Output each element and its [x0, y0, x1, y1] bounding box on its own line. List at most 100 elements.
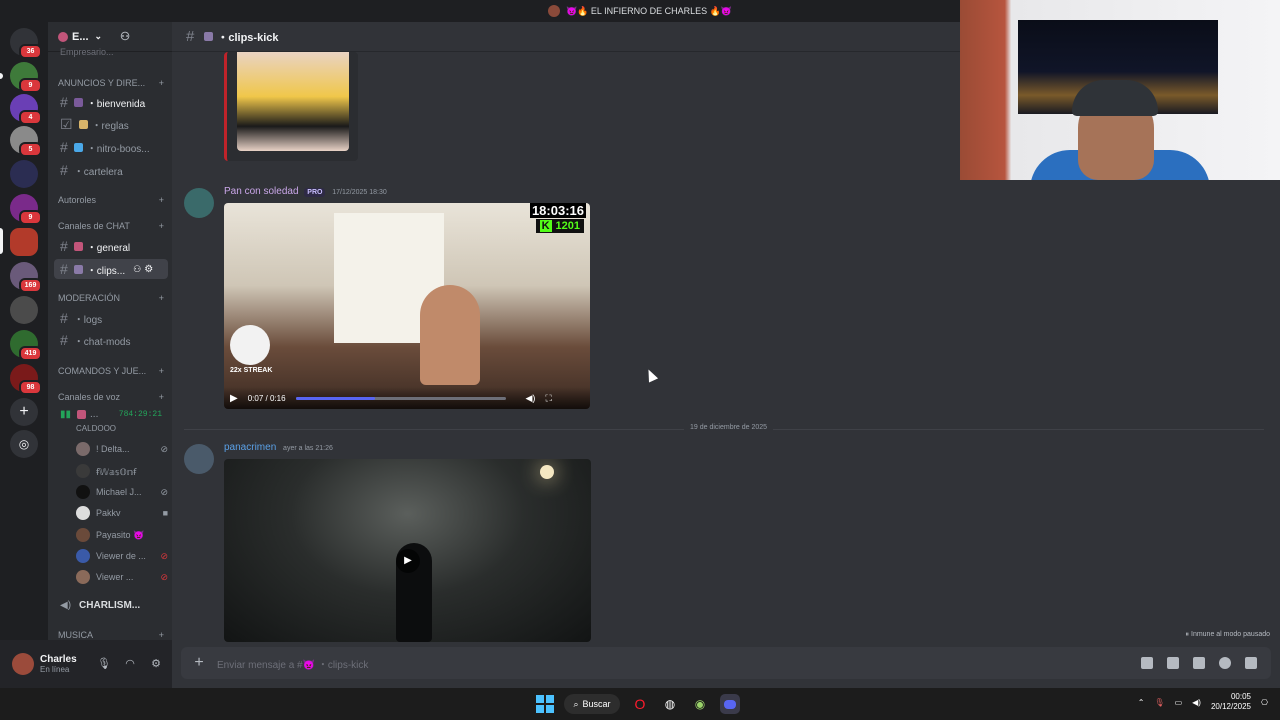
camera-icon: ■: [162, 508, 168, 518]
server-icon[interactable]: 9: [10, 62, 42, 93]
notification-icon[interactable]: ⎔: [1261, 698, 1268, 707]
discover-icon[interactable]: ◎: [10, 430, 38, 458]
headphones-icon[interactable]: ◠: [122, 656, 138, 672]
avatar: [76, 506, 90, 520]
voice-sub-label: CALDOOO: [76, 423, 117, 433]
discord-app: 👿🔥 EL INFIERNO DE CHARLES 🔥👿 36 9 4 5 9 …: [0, 0, 1280, 688]
steam-icon[interactable]: ◍: [660, 694, 680, 714]
invite-people-icon[interactable]: ⚇: [120, 30, 130, 43]
gif-icon[interactable]: [1167, 657, 1179, 669]
unread-badge: 9: [19, 210, 42, 225]
image-attachment[interactable]: [224, 52, 358, 161]
voice-user[interactable]: Payasito 👿: [76, 526, 168, 544]
unread-badge: 36: [19, 44, 42, 59]
server-icon[interactable]: 5: [10, 126, 42, 157]
channel-partial[interactable]: Empresario...: [54, 46, 168, 58]
server-icon[interactable]: 169: [10, 262, 42, 293]
windows-taskbar: ⌕ Buscar O ◍ ◉ ⌃ 🎙 ▭ ◀) 00:05 20/12/2025 …: [0, 688, 1280, 720]
add-server-icon[interactable]: +: [10, 398, 38, 426]
add-channel-icon[interactable]: +: [159, 293, 164, 303]
server-icon[interactable]: 98: [10, 364, 42, 395]
server-icon[interactable]: 419: [10, 330, 42, 361]
video-controls: ▶ 0:07 / 0:16 ◀) ⛶: [224, 387, 590, 409]
server-icon-selected[interactable]: [10, 228, 38, 256]
hash-icon: #: [60, 332, 68, 348]
channel-chat-mods[interactable]: # ・chat-mods: [54, 330, 168, 350]
discord-home-icon[interactable]: 36: [10, 28, 42, 59]
add-channel-icon[interactable]: +: [159, 195, 164, 205]
voice-user[interactable]: Pakkv ■: [76, 504, 168, 522]
windows-start-icon[interactable]: [536, 695, 554, 713]
category-music[interactable]: MUSICA +: [58, 630, 164, 640]
user-status: En línea: [40, 665, 70, 674]
add-channel-icon[interactable]: +: [159, 630, 164, 640]
add-channel-icon[interactable]: +: [159, 366, 164, 376]
add-channel-icon[interactable]: +: [159, 392, 164, 402]
fullscreen-icon[interactable]: ⛶: [545, 393, 551, 404]
server-icon[interactable]: 9: [10, 194, 42, 225]
invite-icon[interactable]: ⚇: [133, 264, 141, 275]
apps-icon[interactable]: [1245, 657, 1257, 669]
server-icon[interactable]: [10, 296, 38, 324]
avatar[interactable]: [184, 188, 214, 218]
network-icon[interactable]: ▭: [1175, 698, 1183, 707]
sticker-icon[interactable]: [1193, 657, 1205, 669]
channel-clips-kick[interactable]: # ・clips... ⚇ ⚙: [54, 259, 168, 279]
hash-icon: #: [60, 162, 68, 178]
author-name[interactable]: Pan con soledad: [224, 186, 299, 197]
add-channel-icon[interactable]: +: [159, 221, 164, 231]
avatar: [76, 570, 90, 584]
category-announcements[interactable]: ANUNCIOS Y DIRE... +: [58, 78, 164, 88]
author-name[interactable]: panacrimen: [224, 442, 276, 453]
channel-bienvenida[interactable]: # ・bienvenida: [54, 92, 168, 112]
unread-badge: 5: [19, 142, 42, 157]
server-icon[interactable]: 4: [10, 94, 42, 125]
microphone-icon[interactable]: 🎙: [96, 656, 112, 672]
stage-channel[interactable]: ◀) CHARLISM...: [54, 595, 168, 615]
taskbar-search[interactable]: ⌕ Buscar: [564, 694, 620, 714]
gear-icon[interactable]: ⚙: [144, 264, 153, 275]
channel-reglas[interactable]: ☑ ・reglas: [54, 114, 168, 134]
volume-icon[interactable]: ◀): [1192, 698, 1201, 707]
channel-cartelera[interactable]: # ・cartelera: [54, 160, 168, 180]
unread-badge: 98: [19, 380, 42, 395]
category-autoroles[interactable]: Autoroles +: [58, 195, 164, 205]
message-input[interactable]: Enviar mensaje a #👿 ・clips-kick: [217, 656, 1141, 671]
video-progress-track[interactable]: [295, 396, 506, 400]
voice-user[interactable]: ! Delta... ⊘: [76, 440, 168, 458]
folder-icon[interactable]: [10, 160, 38, 188]
play-button[interactable]: ▶: [396, 549, 420, 573]
app-icon[interactable]: ◉: [690, 694, 710, 714]
microphone-icon[interactable]: 🎙: [1154, 698, 1164, 707]
video-player[interactable]: ▶: [224, 459, 591, 642]
voice-user[interactable]: Viewer de ... ⊘: [76, 547, 168, 565]
voice-user[interactable]: ꞙ𝕎𝕒𝕤𝕆𝕟ꞙ: [76, 462, 168, 480]
category-commands[interactable]: COMANDOS Y JUE... +: [58, 366, 164, 376]
gear-icon[interactable]: ⚙: [148, 656, 164, 672]
mute-icon: ⊘: [160, 443, 168, 454]
channel-logs[interactable]: # ・logs: [54, 308, 168, 328]
add-attachment-button[interactable]: +: [181, 654, 217, 672]
avatar[interactable]: [12, 653, 34, 675]
channel-nitro[interactable]: # ・nitro-boos...: [54, 137, 168, 157]
play-icon[interactable]: ▶: [230, 393, 238, 404]
emoji-icon[interactable]: [1219, 657, 1231, 669]
video-player[interactable]: 18:03:16 K 1201 22x STREAK ▶ 0:07 / 0:16 …: [224, 203, 590, 409]
voice-user[interactable]: Viewer ... ⊘: [76, 568, 168, 586]
message-header: panacrimen ayer a las 21:26: [224, 442, 333, 453]
volume-icon[interactable]: ◀): [526, 393, 536, 404]
voice-user[interactable]: Michael J... ⊘: [76, 483, 168, 501]
discord-icon[interactable]: [720, 694, 740, 714]
gift-icon[interactable]: [1141, 657, 1153, 669]
category-chat[interactable]: Canales de CHAT +: [58, 221, 164, 231]
chevron-up-icon[interactable]: ⌃: [1138, 698, 1145, 707]
user-info[interactable]: Charles En línea: [40, 654, 92, 674]
channel-general[interactable]: # ・general: [54, 236, 168, 256]
voice-channel[interactable]: ▮▮... 784:29:21: [54, 406, 168, 422]
add-channel-icon[interactable]: +: [159, 78, 164, 88]
avatar[interactable]: [184, 444, 214, 474]
opera-icon[interactable]: O: [630, 694, 650, 714]
taskbar-clock[interactable]: 00:05 20/12/2025: [1211, 692, 1251, 712]
category-voice[interactable]: Canales de voz +: [58, 392, 164, 402]
category-moderation[interactable]: MODERACIÓN +: [58, 293, 164, 303]
